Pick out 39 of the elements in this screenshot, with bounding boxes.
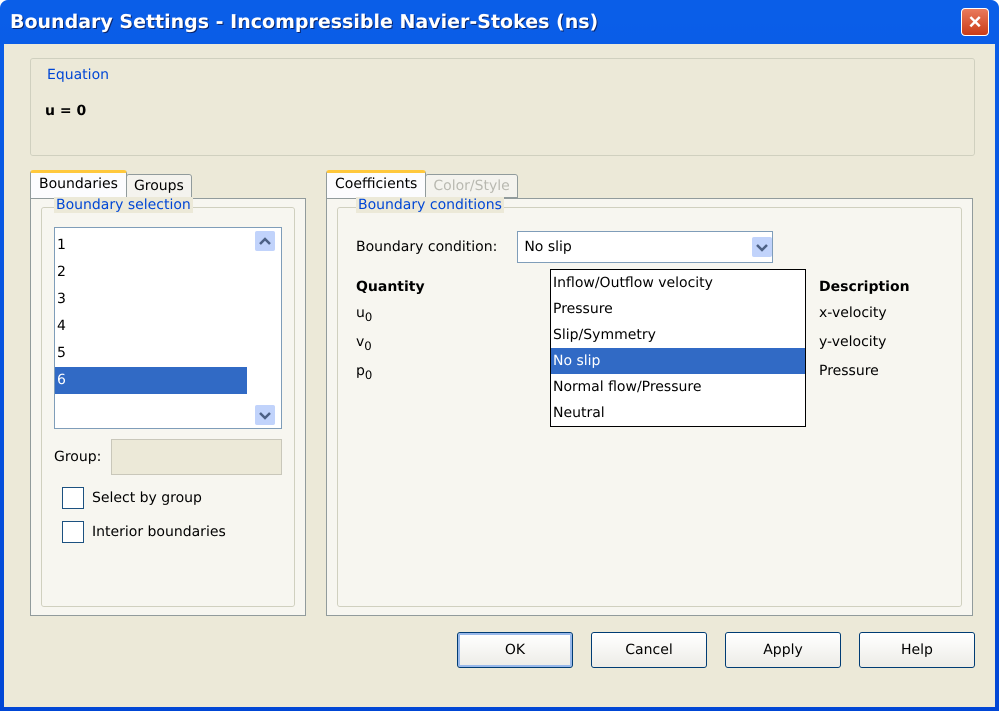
dialog-button[interactable]: Help <box>859 632 975 668</box>
scroll-down-icon[interactable] <box>752 237 772 257</box>
list-item[interactable]: 2 <box>55 259 247 286</box>
dropdown-value: No slip <box>524 239 572 255</box>
scroll-down-icon[interactable] <box>255 405 275 425</box>
list-item[interactable]: 1 <box>55 232 247 259</box>
field-label: Group: <box>54 449 102 465</box>
equation-formula: u = 0 <box>45 103 88 119</box>
column-header: Quantity <box>356 279 425 295</box>
window-title: Boundary Settings - Incompressible Navier-Stokes (ns) <box>10 11 598 33</box>
dropdown-option[interactable]: No slip <box>551 348 805 374</box>
description-cell-text: x-velocity <box>819 305 887 323</box>
description-cell-text: y-velocity <box>819 334 886 352</box>
boundary-list[interactable]: 1 2 3 4 5 6 <box>54 227 282 429</box>
list-item[interactable]: 4 <box>55 313 247 340</box>
group-legend: Boundary conditions <box>356 197 504 213</box>
dialog-button[interactable]: Cancel <box>591 632 707 668</box>
description-cell-text: Pressure <box>819 362 879 381</box>
close-button[interactable]: × <box>961 8 989 36</box>
list-item[interactable]: 6 <box>55 367 247 394</box>
field-label: Boundary condition: <box>356 239 498 255</box>
condition-dropdown[interactable]: No slip <box>517 231 774 263</box>
tab[interactable]: Coefficients <box>326 170 426 198</box>
list-item[interactable]: 3 <box>55 286 247 313</box>
scroll-up-icon[interactable] <box>255 231 275 251</box>
list-item[interactable]: 5 <box>55 340 247 367</box>
checkbox[interactable] <box>62 521 84 543</box>
quantity-cell: p$_{0}$ <box>356 362 372 382</box>
quantity-cell: u$_{0}$ <box>356 305 372 324</box>
dialog-button[interactable]: OK <box>457 632 573 668</box>
quantity-cell: v$_{0}$ <box>356 334 372 353</box>
tab[interactable]: Groups <box>126 174 192 198</box>
group-legend: Boundary selection <box>54 197 193 213</box>
checkbox-label: Interior boundaries <box>92 524 226 540</box>
tab[interactable]: Boundaries <box>30 170 127 198</box>
column-header: Description <box>819 279 910 295</box>
checkbox-label: Select by group <box>92 490 202 506</box>
checkbox[interactable] <box>62 487 84 509</box>
dialog-button[interactable]: Apply <box>725 632 841 668</box>
